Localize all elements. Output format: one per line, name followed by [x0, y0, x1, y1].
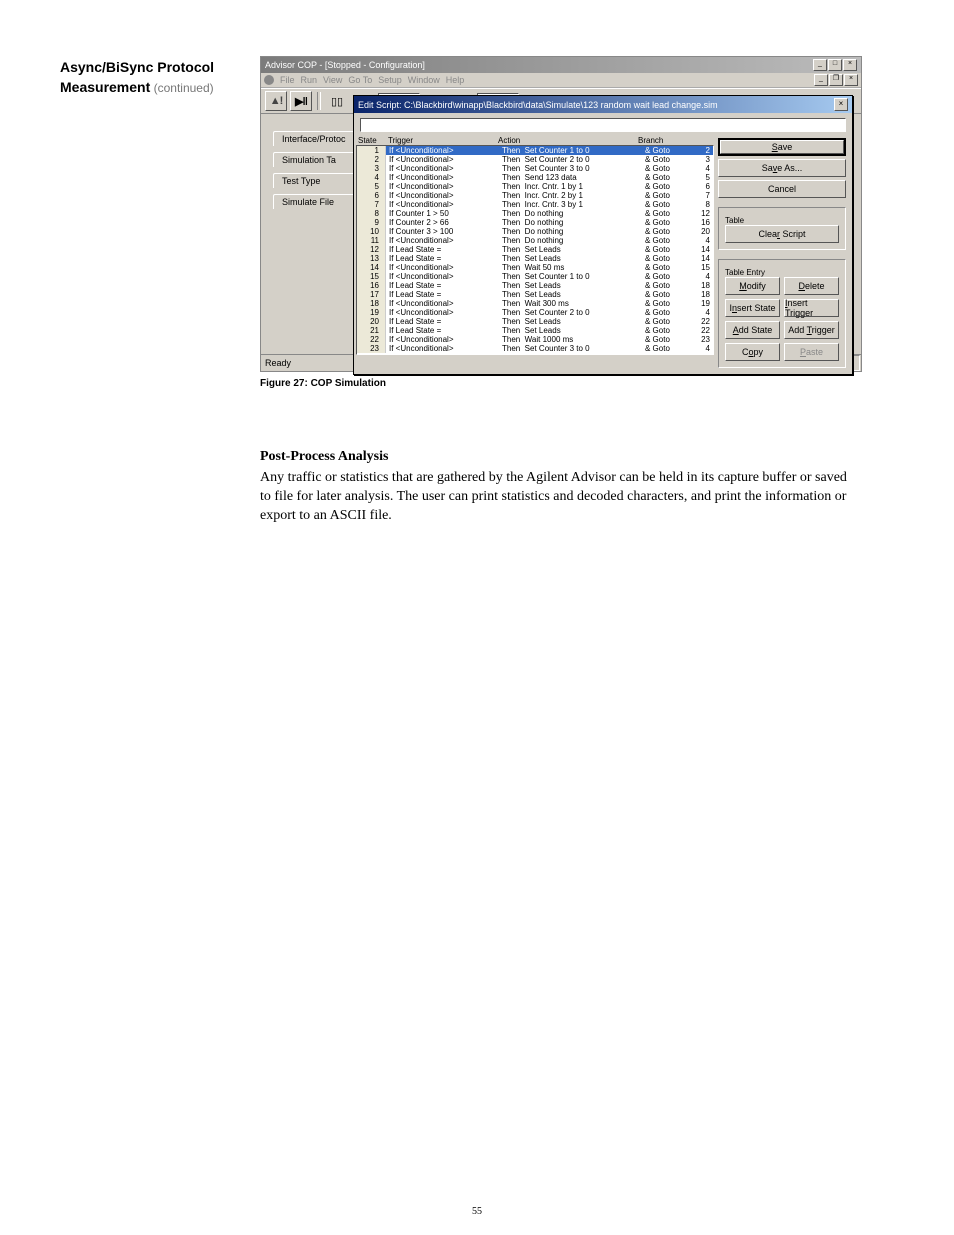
close-button[interactable]: × — [843, 59, 857, 71]
app-system-icon[interactable] — [264, 75, 274, 85]
minimize-button[interactable]: _ — [813, 59, 827, 71]
section-title-line1: Async/BiSync Protocol — [60, 58, 245, 76]
table-row[interactable]: 14If <Unconditional>Then Wait 50 ms& Got… — [357, 263, 713, 272]
table-group-label: Table — [725, 216, 744, 225]
app-screenshot: Advisor COP - [Stopped - Configuration] … — [260, 56, 862, 372]
table-row[interactable]: 22If <Unconditional>Then Wait 1000 ms& G… — [357, 335, 713, 344]
script-path-input[interactable] — [360, 118, 846, 132]
table-row[interactable]: 13If Lead State =Then Set Leads& Goto14 — [357, 254, 713, 263]
table-row[interactable]: 2If <Unconditional>Then Set Counter 2 to… — [357, 155, 713, 164]
menu-view[interactable]: View — [323, 75, 342, 85]
col-branch: Branch — [638, 136, 708, 145]
save-as-button[interactable]: Save As... — [718, 159, 846, 177]
mdi-close-button[interactable]: × — [844, 74, 858, 86]
col-state: State — [358, 136, 388, 145]
table-row[interactable]: 6If <Unconditional>Then Incr. Cntr. 2 by… — [357, 191, 713, 200]
insert-state-button[interactable]: Insert State — [725, 299, 780, 317]
maximize-button[interactable]: □ — [828, 59, 842, 71]
table-row[interactable]: 23If <Unconditional>Then Set Counter 3 t… — [357, 344, 713, 353]
toolbar-start-button[interactable]: ▲! — [265, 91, 287, 111]
table-entry-group: Table Entry Modify Delete Insert State I… — [718, 259, 846, 368]
insert-trigger-button[interactable]: Insert Trigger — [784, 299, 839, 317]
add-trigger-button[interactable]: Add Trigger — [784, 321, 839, 339]
toolbar-separator — [317, 92, 321, 110]
table-row[interactable]: 3If <Unconditional>Then Set Counter 3 to… — [357, 164, 713, 173]
script-list-header: State Trigger Action Branch — [356, 136, 714, 145]
clear-script-button[interactable]: Clear Script — [725, 225, 839, 243]
app-title: Advisor COP - [Stopped - Configuration] — [265, 60, 425, 70]
table-row[interactable]: 12If Lead State =Then Set Leads& Goto14 — [357, 245, 713, 254]
add-state-button[interactable]: Add State — [725, 321, 780, 339]
table-row[interactable]: 4If <Unconditional>Then Send 123 data& G… — [357, 173, 713, 182]
section-continued: (continued) — [150, 81, 213, 95]
table-row[interactable]: 16If Lead State =Then Set Leads& Goto18 — [357, 281, 713, 290]
table-row[interactable]: 5If <Unconditional>Then Incr. Cntr. 1 by… — [357, 182, 713, 191]
section-title-line2: Measurement — [60, 79, 150, 95]
col-action: Action — [498, 136, 638, 145]
table-row[interactable]: 9If Counter 2 > 66Then Do nothing& Goto1… — [357, 218, 713, 227]
tab-test-type[interactable]: Test Type — [273, 173, 355, 188]
script-listbox[interactable]: 1If <Unconditional>Then Set Counter 1 to… — [356, 145, 714, 355]
menu-run[interactable]: Run — [301, 75, 318, 85]
config-tabs: Interface/Protoc Simulation Ta Test Type… — [273, 131, 355, 209]
table-entry-group-label: Table Entry — [725, 268, 765, 277]
toolbar-page-prev-button[interactable]: ▯▯ — [326, 91, 348, 111]
save-button[interactable]: Save — [718, 138, 846, 156]
tab-simulate-file[interactable]: Simulate File — [273, 194, 355, 209]
tab-simulation-table[interactable]: Simulation Ta — [273, 152, 355, 167]
menu-help[interactable]: Help — [446, 75, 465, 85]
dialog-close-button[interactable]: × — [834, 98, 848, 111]
menu-window[interactable]: Window — [408, 75, 440, 85]
col-trigger: Trigger — [388, 136, 498, 145]
table-row[interactable]: 8If Counter 1 > 50Then Do nothing& Goto1… — [357, 209, 713, 218]
app-titlebar: Advisor COP - [Stopped - Configuration] … — [261, 57, 861, 73]
page-number: 55 — [0, 1206, 954, 1217]
toolbar-play-button[interactable]: ▶ǁ — [290, 91, 312, 111]
tab-interface-protocol[interactable]: Interface/Protoc — [273, 131, 355, 146]
paste-button[interactable]: Paste — [784, 343, 839, 361]
table-row[interactable]: 15If <Unconditional>Then Set Counter 1 t… — [357, 272, 713, 281]
menu-setup[interactable]: Setup — [378, 75, 402, 85]
dialog-title: Edit Script: C:\Blackbird\winapp\Blackbi… — [358, 100, 718, 110]
table-row[interactable]: 18If <Unconditional>Then Wait 300 ms& Go… — [357, 299, 713, 308]
table-row[interactable]: 11If <Unconditional>Then Do nothing& Got… — [357, 236, 713, 245]
copy-button[interactable]: Copy — [725, 343, 780, 361]
mdi-restore-button[interactable]: ❐ — [829, 74, 843, 86]
table-group: Table Clear Script — [718, 207, 846, 250]
table-row[interactable]: 7If <Unconditional>Then Incr. Cntr. 3 by… — [357, 200, 713, 209]
menu-file[interactable]: File — [280, 75, 295, 85]
subsection-heading: Post-Process Analysis — [260, 449, 860, 465]
modify-button[interactable]: Modify — [725, 277, 780, 295]
figure-caption: Figure 27: COP Simulation — [260, 378, 860, 389]
mdi-minimize-button[interactable]: _ — [814, 74, 828, 86]
table-row[interactable]: 19If <Unconditional>Then Set Counter 2 t… — [357, 308, 713, 317]
cancel-button[interactable]: Cancel — [718, 180, 846, 198]
app-menubar: File Run View Go To Setup Window Help _ … — [261, 73, 861, 88]
table-row[interactable]: 21If Lead State =Then Set Leads& Goto22 — [357, 326, 713, 335]
edit-script-dialog: Edit Script: C:\Blackbird\winapp\Blackbi… — [353, 95, 853, 375]
body-paragraph: Any traffic or statistics that are gathe… — [260, 469, 860, 526]
table-row[interactable]: 10If Counter 3 > 100Then Do nothing& Got… — [357, 227, 713, 236]
delete-button[interactable]: Delete — [784, 277, 839, 295]
table-row[interactable]: 1If <Unconditional>Then Set Counter 1 to… — [357, 146, 713, 155]
menu-goto[interactable]: Go To — [348, 75, 372, 85]
table-row[interactable]: 17If Lead State =Then Set Leads& Goto18 — [357, 290, 713, 299]
table-row[interactable]: 20If Lead State =Then Set Leads& Goto22 — [357, 317, 713, 326]
